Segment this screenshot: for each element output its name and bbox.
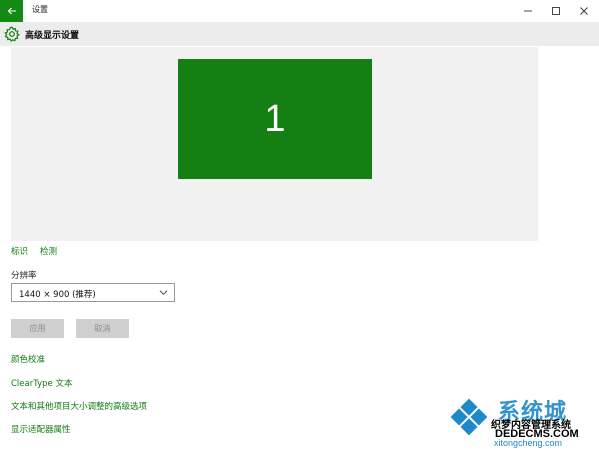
minimize-button[interactable] (514, 0, 542, 22)
color-calibration-link[interactable]: 颜色校准 (11, 353, 45, 365)
display-preview-area: 1 (11, 47, 538, 241)
chevron-down-icon (159, 290, 168, 295)
watermark-url: xitongcheng.com (494, 438, 563, 448)
back-button[interactable] (0, 0, 23, 22)
detect-link[interactable]: 检测 (40, 245, 57, 257)
close-button[interactable] (570, 0, 598, 22)
identify-link[interactable]: 标识 (11, 245, 28, 257)
close-icon (580, 7, 588, 15)
minimize-icon (524, 10, 532, 12)
resolution-dropdown[interactable]: 1440 × 900 (推荐) (11, 283, 175, 302)
gear-icon (4, 26, 20, 42)
windows-logo-icon (450, 398, 488, 436)
advanced-sizing-link[interactable]: 文本和其他项目大小调整的高级选项 (11, 400, 147, 412)
title-bar: 设置 (0, 0, 599, 22)
watermark: 系统城 织梦内容管理系统 DEDECMS.COM xitongcheng.com (446, 392, 596, 448)
page-header: 高级显示设置 (0, 22, 599, 46)
maximize-button[interactable] (542, 0, 570, 22)
window-title: 设置 (32, 5, 48, 14)
cancel-button[interactable]: 取消 (76, 319, 129, 338)
apply-button[interactable]: 应用 (11, 319, 64, 338)
resolution-value: 1440 × 900 (推荐) (19, 290, 96, 300)
adapter-properties-link[interactable]: 显示适配器属性 (11, 423, 71, 435)
resolution-label: 分辨率 (11, 271, 37, 281)
maximize-icon (552, 7, 560, 15)
monitor-1[interactable]: 1 (178, 59, 372, 179)
back-arrow-icon (7, 7, 16, 15)
cleartype-text-link[interactable]: ClearType 文本 (11, 377, 72, 389)
page-title: 高级显示设置 (25, 31, 80, 41)
monitor-number: 1 (264, 97, 286, 140)
